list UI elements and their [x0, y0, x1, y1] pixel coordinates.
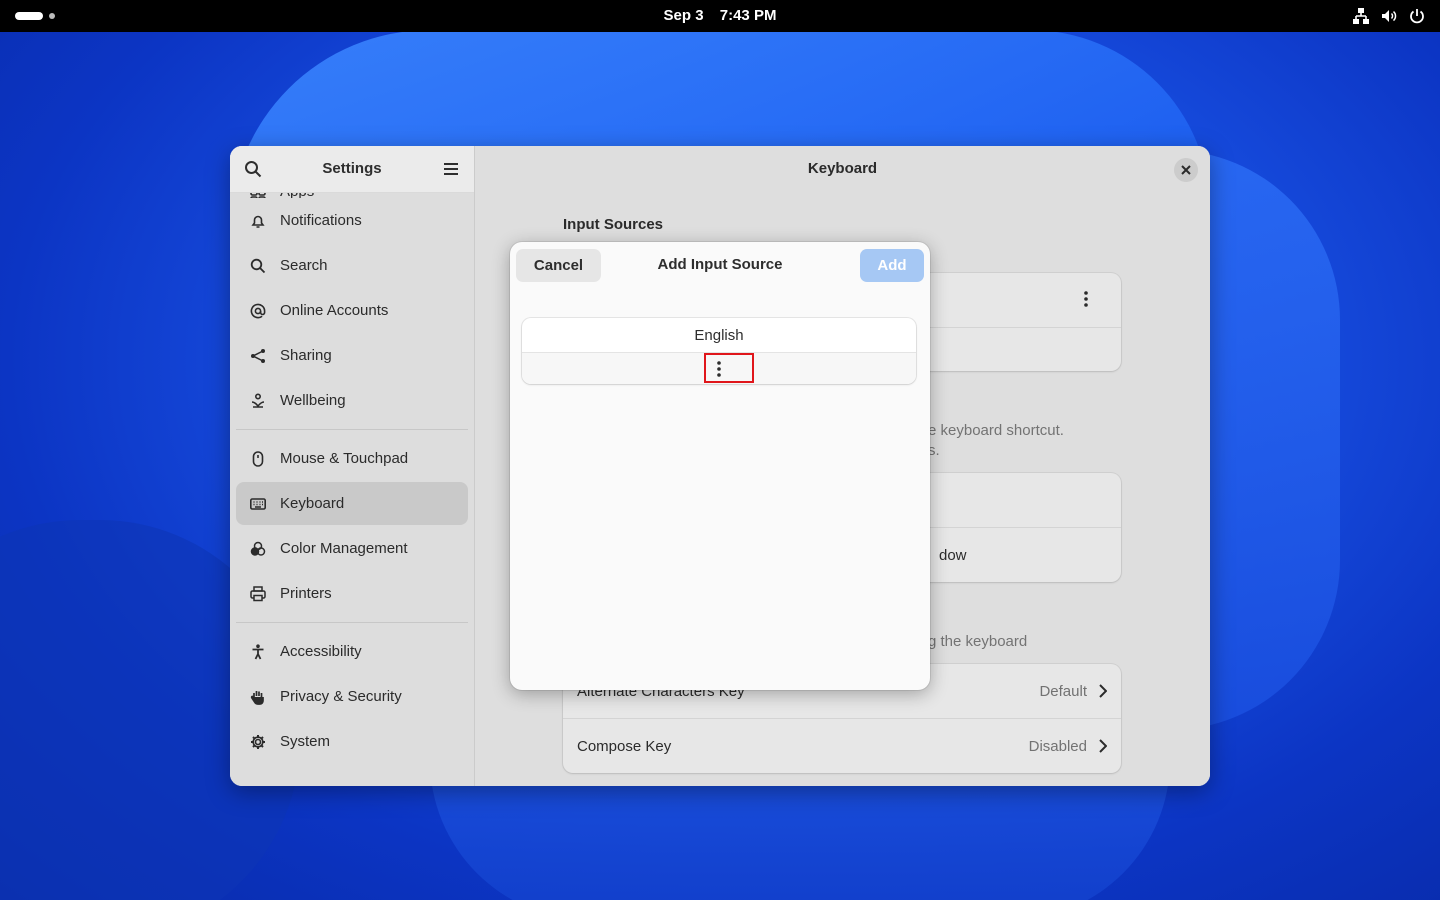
hamburger-menu-icon[interactable]	[442, 160, 460, 178]
highlight-box	[704, 353, 754, 383]
language-row-english[interactable]: English	[522, 318, 916, 353]
clock-time: 7:43 PM	[719, 7, 777, 24]
volume-icon[interactable]	[1380, 7, 1398, 25]
network-icon[interactable]	[1352, 7, 1370, 25]
power-icon[interactable]	[1408, 7, 1426, 25]
add-button[interactable]: Add	[860, 249, 924, 282]
language-list: English	[522, 318, 916, 384]
language-label: English	[694, 326, 744, 344]
system-tray[interactable]	[1352, 7, 1426, 25]
clock[interactable]: Sep 3 7:43 PM	[0, 7, 1440, 24]
clock-date: Sep 3	[663, 7, 704, 24]
top-bar: Sep 3 7:43 PM	[0, 0, 1440, 32]
sidebar-header: Settings	[230, 146, 474, 193]
sidebar-title: Settings	[322, 160, 382, 177]
add-input-source-dialog: Cancel Add Input Source Add English	[510, 242, 930, 690]
